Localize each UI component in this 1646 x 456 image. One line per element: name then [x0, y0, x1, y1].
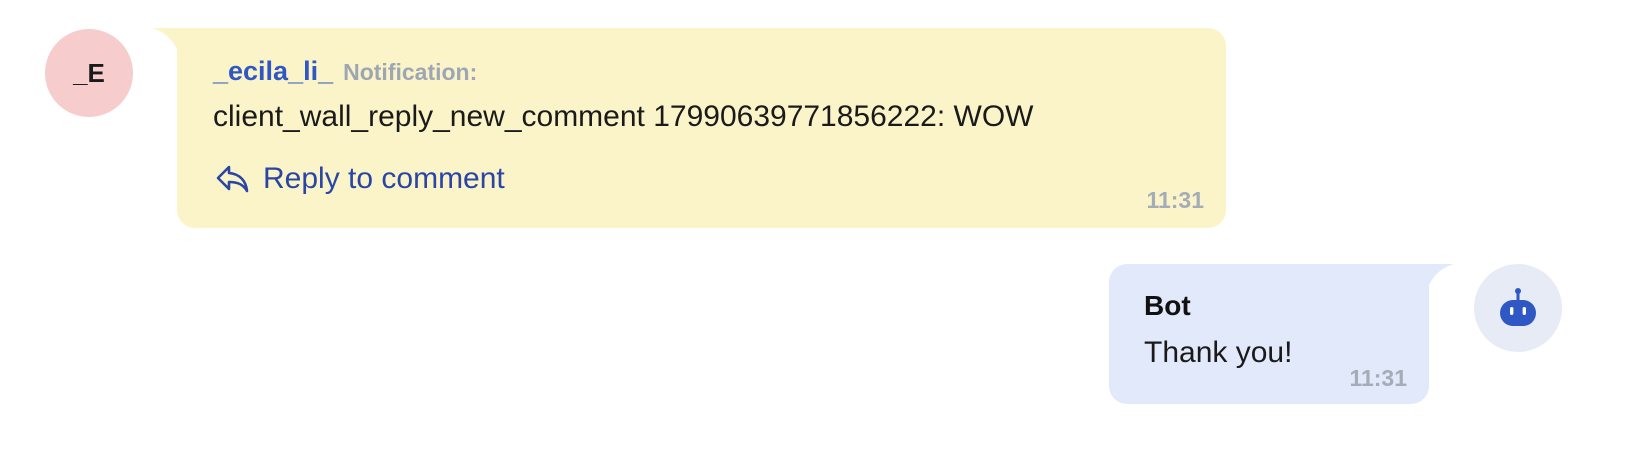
robot-icon	[1500, 288, 1536, 326]
bubble-tail	[152, 28, 180, 58]
avatar-initials: _E	[73, 57, 105, 88]
sender-name: Bot	[1144, 290, 1191, 321]
incoming-message-bubble: _ecila_li_ Notification: client_wall_repl…	[177, 28, 1226, 228]
chat-thread: _E _ecila_li_ Notification: client_wall_r…	[0, 0, 1646, 456]
message-type-label: Notification:	[343, 59, 478, 85]
message-text: client_wall_reply_new_comment 1799063977…	[213, 100, 1034, 133]
reply-arrow-icon	[216, 165, 249, 193]
message-text: Thank you!	[1144, 336, 1293, 369]
message-timestamp: 11:31	[1349, 365, 1407, 391]
bubble-tail	[1426, 264, 1454, 294]
bot-avatar[interactable]	[1474, 264, 1562, 352]
message-header: _ecila_li_ Notification:	[213, 56, 477, 87]
user-avatar[interactable]: _E	[45, 29, 133, 117]
sender-name[interactable]: _ecila_li_	[213, 56, 333, 86]
message-timestamp: 11:31	[1146, 187, 1204, 213]
outgoing-message-bubble: Bot Thank you! 11:31	[1109, 264, 1429, 404]
reply-to-comment-button[interactable]: Reply to comment	[215, 162, 505, 196]
reply-to-comment-label: Reply to comment	[263, 162, 505, 195]
